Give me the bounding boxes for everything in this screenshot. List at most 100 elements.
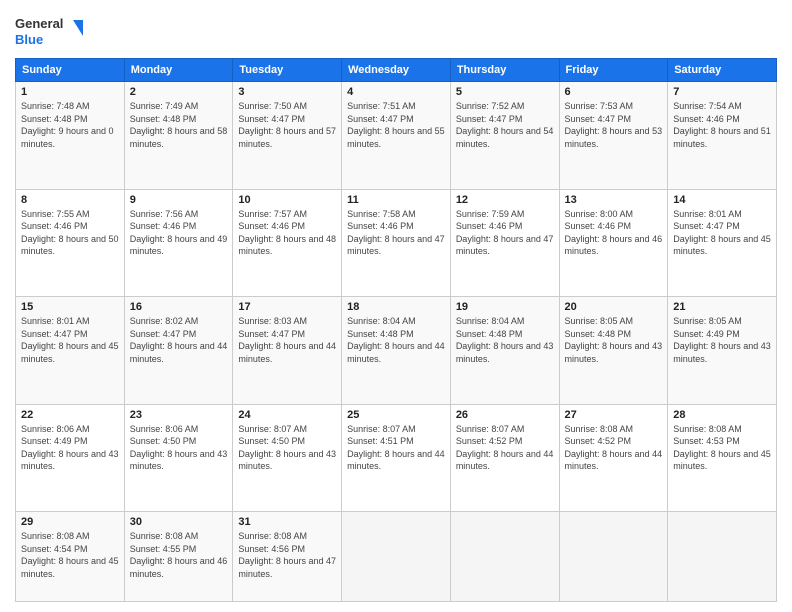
day-info: Sunrise: 7:54 AM Sunset: 4:46 PM Dayligh… <box>673 100 771 150</box>
day-number: 23 <box>130 409 228 421</box>
calendar-cell: 28 Sunrise: 8:08 AM Sunset: 4:53 PM Dayl… <box>668 404 777 512</box>
day-info: Sunrise: 8:08 AM Sunset: 4:56 PM Dayligh… <box>238 530 336 580</box>
day-number: 11 <box>347 194 445 206</box>
day-info: Sunrise: 7:51 AM Sunset: 4:47 PM Dayligh… <box>347 100 445 150</box>
day-info: Sunrise: 8:08 AM Sunset: 4:52 PM Dayligh… <box>565 423 663 473</box>
calendar-cell: 19 Sunrise: 8:04 AM Sunset: 4:48 PM Dayl… <box>450 297 559 405</box>
day-number: 22 <box>21 409 119 421</box>
calendar-cell: 6 Sunrise: 7:53 AM Sunset: 4:47 PM Dayli… <box>559 82 668 190</box>
day-number: 30 <box>130 516 228 528</box>
calendar-week-4: 22 Sunrise: 8:06 AM Sunset: 4:49 PM Dayl… <box>16 404 777 512</box>
calendar-cell: 17 Sunrise: 8:03 AM Sunset: 4:47 PM Dayl… <box>233 297 342 405</box>
day-info: Sunrise: 8:08 AM Sunset: 4:54 PM Dayligh… <box>21 530 119 580</box>
day-info: Sunrise: 8:06 AM Sunset: 4:50 PM Dayligh… <box>130 423 228 473</box>
calendar-cell: 25 Sunrise: 8:07 AM Sunset: 4:51 PM Dayl… <box>342 404 451 512</box>
calendar-cell <box>668 512 777 602</box>
calendar-header-monday: Monday <box>124 59 233 82</box>
day-number: 13 <box>565 194 663 206</box>
calendar-cell: 21 Sunrise: 8:05 AM Sunset: 4:49 PM Dayl… <box>668 297 777 405</box>
day-info: Sunrise: 8:07 AM Sunset: 4:51 PM Dayligh… <box>347 423 445 473</box>
day-info: Sunrise: 8:01 AM Sunset: 4:47 PM Dayligh… <box>21 315 119 365</box>
svg-text:Blue: Blue <box>15 32 43 47</box>
logo: General Blue <box>15 10 85 50</box>
calendar-cell: 15 Sunrise: 8:01 AM Sunset: 4:47 PM Dayl… <box>16 297 125 405</box>
calendar-cell: 30 Sunrise: 8:08 AM Sunset: 4:55 PM Dayl… <box>124 512 233 602</box>
calendar-table: SundayMondayTuesdayWednesdayThursdayFrid… <box>15 58 777 602</box>
calendar-cell: 23 Sunrise: 8:06 AM Sunset: 4:50 PM Dayl… <box>124 404 233 512</box>
day-info: Sunrise: 8:07 AM Sunset: 4:50 PM Dayligh… <box>238 423 336 473</box>
calendar-cell: 16 Sunrise: 8:02 AM Sunset: 4:47 PM Dayl… <box>124 297 233 405</box>
day-number: 10 <box>238 194 336 206</box>
day-info: Sunrise: 8:04 AM Sunset: 4:48 PM Dayligh… <box>347 315 445 365</box>
day-info: Sunrise: 8:00 AM Sunset: 4:46 PM Dayligh… <box>565 208 663 258</box>
calendar-cell: 18 Sunrise: 8:04 AM Sunset: 4:48 PM Dayl… <box>342 297 451 405</box>
day-number: 4 <box>347 86 445 98</box>
calendar-cell: 26 Sunrise: 8:07 AM Sunset: 4:52 PM Dayl… <box>450 404 559 512</box>
day-number: 12 <box>456 194 554 206</box>
calendar-cell: 24 Sunrise: 8:07 AM Sunset: 4:50 PM Dayl… <box>233 404 342 512</box>
day-info: Sunrise: 7:52 AM Sunset: 4:47 PM Dayligh… <box>456 100 554 150</box>
day-number: 3 <box>238 86 336 98</box>
day-number: 15 <box>21 301 119 313</box>
calendar-header-thursday: Thursday <box>450 59 559 82</box>
calendar-header-wednesday: Wednesday <box>342 59 451 82</box>
day-info: Sunrise: 7:55 AM Sunset: 4:46 PM Dayligh… <box>21 208 119 258</box>
day-info: Sunrise: 7:57 AM Sunset: 4:46 PM Dayligh… <box>238 208 336 258</box>
calendar-cell: 5 Sunrise: 7:52 AM Sunset: 4:47 PM Dayli… <box>450 82 559 190</box>
day-info: Sunrise: 8:02 AM Sunset: 4:47 PM Dayligh… <box>130 315 228 365</box>
calendar-cell: 13 Sunrise: 8:00 AM Sunset: 4:46 PM Dayl… <box>559 189 668 297</box>
day-info: Sunrise: 8:07 AM Sunset: 4:52 PM Dayligh… <box>456 423 554 473</box>
day-info: Sunrise: 8:05 AM Sunset: 4:49 PM Dayligh… <box>673 315 771 365</box>
calendar-cell: 1 Sunrise: 7:48 AM Sunset: 4:48 PM Dayli… <box>16 82 125 190</box>
day-number: 24 <box>238 409 336 421</box>
day-number: 14 <box>673 194 771 206</box>
day-info: Sunrise: 7:53 AM Sunset: 4:47 PM Dayligh… <box>565 100 663 150</box>
calendar-cell <box>342 512 451 602</box>
logo-icon: General Blue <box>15 10 85 50</box>
calendar-cell <box>559 512 668 602</box>
calendar-cell: 31 Sunrise: 8:08 AM Sunset: 4:56 PM Dayl… <box>233 512 342 602</box>
calendar-cell: 14 Sunrise: 8:01 AM Sunset: 4:47 PM Dayl… <box>668 189 777 297</box>
day-info: Sunrise: 8:01 AM Sunset: 4:47 PM Dayligh… <box>673 208 771 258</box>
calendar-week-2: 8 Sunrise: 7:55 AM Sunset: 4:46 PM Dayli… <box>16 189 777 297</box>
day-info: Sunrise: 7:49 AM Sunset: 4:48 PM Dayligh… <box>130 100 228 150</box>
calendar-week-5: 29 Sunrise: 8:08 AM Sunset: 4:54 PM Dayl… <box>16 512 777 602</box>
day-number: 29 <box>21 516 119 528</box>
day-number: 6 <box>565 86 663 98</box>
calendar-cell: 7 Sunrise: 7:54 AM Sunset: 4:46 PM Dayli… <box>668 82 777 190</box>
day-number: 16 <box>130 301 228 313</box>
day-number: 9 <box>130 194 228 206</box>
day-info: Sunrise: 8:06 AM Sunset: 4:49 PM Dayligh… <box>21 423 119 473</box>
day-number: 18 <box>347 301 445 313</box>
day-number: 26 <box>456 409 554 421</box>
calendar-cell: 2 Sunrise: 7:49 AM Sunset: 4:48 PM Dayli… <box>124 82 233 190</box>
calendar-cell: 27 Sunrise: 8:08 AM Sunset: 4:52 PM Dayl… <box>559 404 668 512</box>
day-number: 8 <box>21 194 119 206</box>
day-number: 28 <box>673 409 771 421</box>
day-info: Sunrise: 7:58 AM Sunset: 4:46 PM Dayligh… <box>347 208 445 258</box>
day-info: Sunrise: 7:59 AM Sunset: 4:46 PM Dayligh… <box>456 208 554 258</box>
day-info: Sunrise: 7:56 AM Sunset: 4:46 PM Dayligh… <box>130 208 228 258</box>
day-info: Sunrise: 8:08 AM Sunset: 4:53 PM Dayligh… <box>673 423 771 473</box>
calendar-cell: 20 Sunrise: 8:05 AM Sunset: 4:48 PM Dayl… <box>559 297 668 405</box>
calendar-cell: 3 Sunrise: 7:50 AM Sunset: 4:47 PM Dayli… <box>233 82 342 190</box>
calendar-cell: 10 Sunrise: 7:57 AM Sunset: 4:46 PM Dayl… <box>233 189 342 297</box>
calendar-cell: 22 Sunrise: 8:06 AM Sunset: 4:49 PM Dayl… <box>16 404 125 512</box>
page: General Blue SundayMondayTuesdayWednesda… <box>0 0 792 612</box>
day-number: 21 <box>673 301 771 313</box>
calendar-cell: 8 Sunrise: 7:55 AM Sunset: 4:46 PM Dayli… <box>16 189 125 297</box>
calendar-cell: 12 Sunrise: 7:59 AM Sunset: 4:46 PM Dayl… <box>450 189 559 297</box>
calendar-header-friday: Friday <box>559 59 668 82</box>
svg-text:General: General <box>15 16 63 31</box>
day-number: 27 <box>565 409 663 421</box>
calendar-cell: 9 Sunrise: 7:56 AM Sunset: 4:46 PM Dayli… <box>124 189 233 297</box>
day-info: Sunrise: 8:08 AM Sunset: 4:55 PM Dayligh… <box>130 530 228 580</box>
calendar-cell: 11 Sunrise: 7:58 AM Sunset: 4:46 PM Dayl… <box>342 189 451 297</box>
day-info: Sunrise: 8:04 AM Sunset: 4:48 PM Dayligh… <box>456 315 554 365</box>
day-number: 20 <box>565 301 663 313</box>
day-info: Sunrise: 8:03 AM Sunset: 4:47 PM Dayligh… <box>238 315 336 365</box>
calendar-cell: 29 Sunrise: 8:08 AM Sunset: 4:54 PM Dayl… <box>16 512 125 602</box>
calendar-cell <box>450 512 559 602</box>
calendar-week-3: 15 Sunrise: 8:01 AM Sunset: 4:47 PM Dayl… <box>16 297 777 405</box>
day-info: Sunrise: 8:05 AM Sunset: 4:48 PM Dayligh… <box>565 315 663 365</box>
